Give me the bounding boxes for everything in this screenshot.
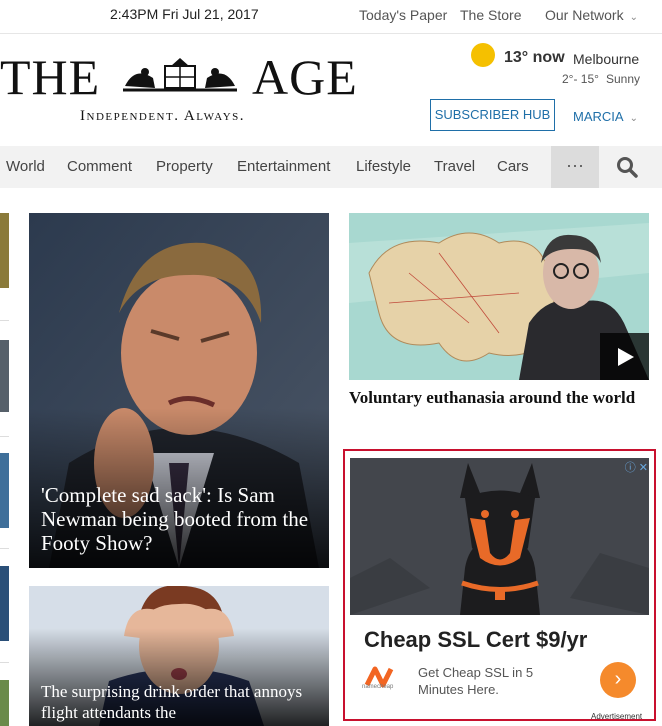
lead-story-image[interactable]: 'Complete sad sack': Is Sam Newman being…	[29, 213, 329, 568]
ad-image	[350, 458, 649, 615]
divider	[0, 662, 9, 663]
partial-thumbnail[interactable]	[0, 453, 9, 528]
lead-story-headline[interactable]: 'Complete sad sack': Is Sam Newman being…	[41, 483, 326, 555]
chevron-down-icon: ⌄	[629, 113, 638, 124]
advertiser-name: namecheap	[362, 684, 394, 690]
temperature-range: 2°- 15°	[562, 72, 599, 86]
doberman-image	[350, 458, 649, 615]
user-name: MARCIA	[573, 109, 624, 124]
todays-paper-link[interactable]: Today's Paper	[359, 7, 447, 23]
story-headline[interactable]: The surprising drink order that annoys f…	[41, 681, 326, 723]
advertisement[interactable]: ⓘ ✕ Cheap SSL Cert $9/yr namecheap Get C…	[343, 449, 656, 721]
partial-thumbnail[interactable]	[0, 213, 9, 288]
our-network-menu[interactable]: Our Network ⌄	[545, 7, 638, 23]
partial-thumbnail[interactable]	[0, 340, 9, 412]
subscriber-hub-button[interactable]: SUBSCRIBER HUB	[430, 99, 555, 131]
logo-text-age: AGE	[252, 49, 358, 105]
the-store-link[interactable]: The Store	[460, 7, 521, 23]
partial-thumbnail[interactable]	[0, 566, 9, 641]
nav-item-world[interactable]: World	[6, 158, 45, 175]
nav-item-cars[interactable]: Cars	[497, 158, 529, 175]
weather-city[interactable]: Melbourne	[573, 51, 639, 67]
divider	[0, 436, 9, 437]
search-icon[interactable]	[616, 156, 638, 178]
ad-title[interactable]: Cheap SSL Cert $9/yr	[364, 627, 587, 653]
ad-info-icon[interactable]: ⓘ ✕	[625, 459, 648, 475]
top-bar: 2:43PM Fri Jul 21, 2017 Today's Paper Th…	[0, 0, 662, 34]
tagline: Independent. Always.	[80, 108, 246, 124]
current-temperature: 13° now	[504, 49, 565, 66]
ad-body[interactable]: Get Cheap SSL in 5 Minutes Here.	[418, 664, 568, 698]
ad-arrow-button[interactable]: ›	[600, 662, 636, 698]
advertisement-label: Advertisement	[591, 712, 643, 721]
partial-thumbnail[interactable]	[0, 680, 9, 726]
divider	[0, 320, 9, 321]
chevron-down-icon: ⌄	[629, 12, 638, 23]
logo-text-the: THE	[0, 49, 101, 105]
nav-item-entertainment[interactable]: Entertainment	[237, 158, 330, 175]
divider	[0, 548, 9, 549]
weather-condition: Sunny	[606, 72, 641, 86]
our-network-label: Our Network	[545, 7, 624, 23]
nav-item-comment[interactable]: Comment	[67, 158, 132, 175]
user-menu[interactable]: MARCIA ⌄	[573, 109, 638, 124]
play-video-icon[interactable]	[600, 333, 649, 380]
sun-icon	[471, 43, 495, 67]
site-logo[interactable]: THE AGE	[0, 52, 360, 102]
nav-more-button[interactable]: ···	[551, 146, 599, 188]
crest-icon	[123, 58, 237, 92]
date-time: 2:43PM Fri Jul 21, 2017	[110, 6, 259, 22]
story-image[interactable]: The surprising drink order that annoys f…	[29, 586, 329, 726]
nav-item-property[interactable]: Property	[156, 158, 213, 175]
story-headline[interactable]: Voluntary euthanasia around the world	[349, 388, 649, 408]
section-nav: World Comment Property Entertainment Lif…	[0, 146, 662, 188]
nav-item-lifestyle[interactable]: Lifestyle	[356, 158, 411, 175]
nav-item-travel[interactable]: Travel	[434, 158, 475, 175]
